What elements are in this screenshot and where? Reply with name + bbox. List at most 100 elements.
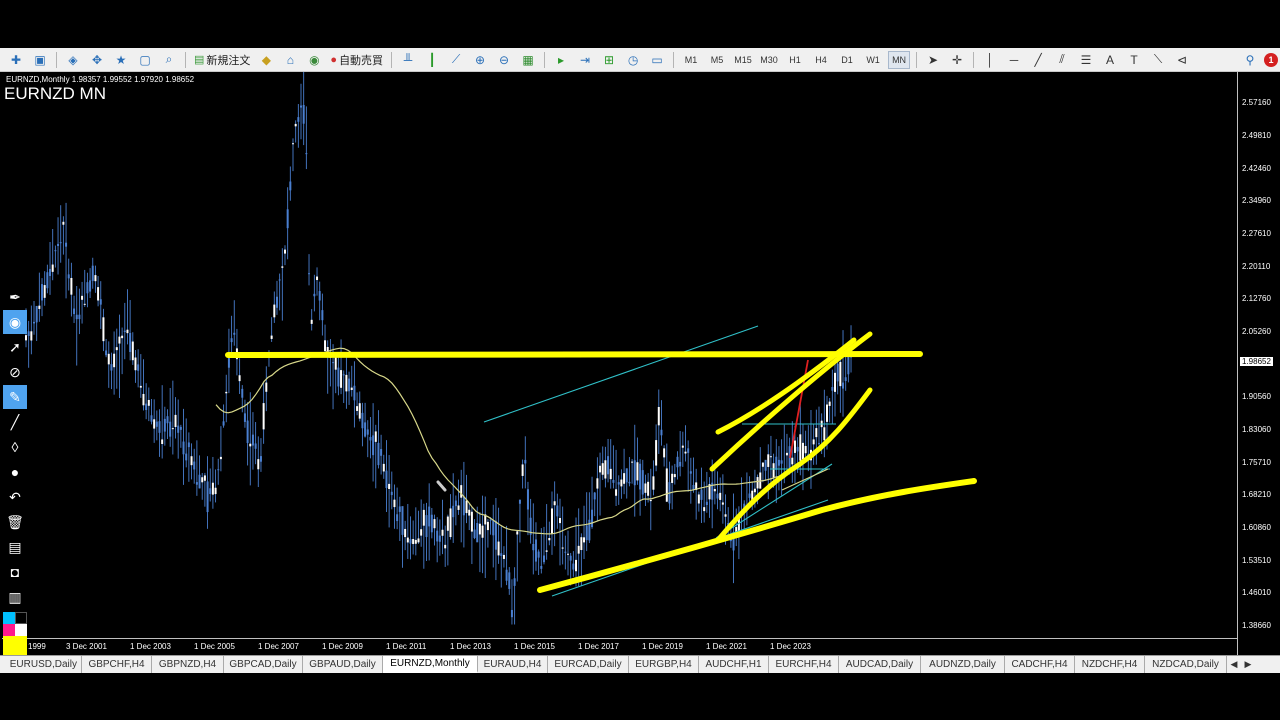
timeframe-w1[interactable]: W1: [862, 51, 884, 69]
tab-nzdcad-daily[interactable]: NZDCAD,Daily: [1145, 656, 1227, 673]
cursor-icon[interactable]: ➤: [923, 51, 943, 69]
tab-euraud-h4[interactable]: EURAUD,H4: [478, 656, 548, 673]
tab-scroll-left-icon[interactable]: ◀: [1227, 657, 1241, 671]
trash-icon[interactable]: 🗑: [3, 510, 27, 534]
tab-eurgbp-h4[interactable]: EURGBP,H4: [629, 656, 699, 673]
timeframe-h1[interactable]: H1: [784, 51, 806, 69]
horizontal-line-icon[interactable]: ─: [1004, 51, 1024, 69]
tile-windows-icon[interactable]: ▦: [518, 51, 538, 69]
search-icon[interactable]: ⚲: [1240, 51, 1260, 69]
timeframe-mn[interactable]: MN: [888, 50, 911, 69]
trendline-icon[interactable]: ╱: [1028, 51, 1048, 69]
timeframe-m15[interactable]: M15: [732, 51, 754, 69]
navigator-icon[interactable]: ★: [111, 51, 131, 69]
data-window-icon[interactable]: ✥: [87, 51, 107, 69]
chart-window[interactable]: EURNZD,Monthly 1.98357 1.99552 1.97920 1…: [2, 72, 1278, 655]
market-watch-icon[interactable]: ◈: [63, 51, 83, 69]
swatch-magenta[interactable]: [3, 624, 15, 636]
candle-body: [97, 287, 100, 301]
price-axis[interactable]: 2.57160 2.49810 2.42460 2.34960 2.27610 …: [1237, 72, 1279, 655]
ruler-icon[interactable]: ◊: [3, 435, 27, 459]
undo-icon[interactable]: ↶: [3, 485, 27, 509]
swatch-cyan[interactable]: [3, 612, 15, 624]
tab-gbpchf-h4[interactable]: GBPCHF,H4: [82, 656, 152, 673]
equidistant-channel-icon[interactable]: ⫽: [1052, 51, 1072, 69]
timeframe-m5[interactable]: M5: [706, 51, 728, 69]
candle-body: [612, 479, 615, 483]
toolbar-separator: [916, 51, 918, 68]
timeframe-m1[interactable]: M1: [680, 51, 702, 69]
auto-scroll-icon[interactable]: ▸: [551, 51, 571, 69]
market-icon[interactable]: ◉: [304, 51, 324, 69]
line-chart-icon[interactable]: ⟋: [446, 51, 466, 69]
time-axis[interactable]: 1999 3 Dec 2001 1 Dec 2003 1 Dec 2005 1 …: [2, 638, 1237, 656]
eraser-icon[interactable]: ⊘: [3, 360, 27, 384]
tab-eurusd-daily[interactable]: EURUSD,Daily: [0, 656, 82, 673]
new-chart-icon[interactable]: ✚: [6, 51, 26, 69]
indicators-icon[interactable]: ⊞: [599, 51, 619, 69]
bus-icon[interactable]: ▤: [3, 535, 27, 559]
chart-canvas[interactable]: [2, 72, 1278, 655]
tab-eurnzd-monthly[interactable]: EURNZD,Monthly: [383, 656, 478, 673]
candlestick-chart-icon[interactable]: ┃: [422, 51, 442, 69]
cursor-icon[interactable]: ➚: [3, 335, 27, 359]
shapes-icon[interactable]: ⊲: [1172, 51, 1192, 69]
tab-eurcad-daily[interactable]: EURCAD,Daily: [548, 656, 629, 673]
line-icon[interactable]: ╱: [3, 410, 27, 434]
dot-icon[interactable]: ●: [3, 460, 27, 484]
fibonacci-icon[interactable]: ☰: [1076, 51, 1096, 69]
candle-body: [548, 537, 551, 541]
notification-badge[interactable]: 1: [1264, 52, 1278, 67]
zoom-in-icon[interactable]: ⊕: [470, 51, 490, 69]
periods-icon[interactable]: ◷: [623, 51, 643, 69]
tab-gbpnzd-h4[interactable]: GBPNZD,H4: [152, 656, 224, 673]
bar-chart-icon[interactable]: ╨: [398, 51, 418, 69]
eye-icon[interactable]: ◉: [3, 310, 27, 334]
candle-body: [324, 340, 327, 352]
candle-body: [788, 446, 791, 471]
price-label: 1.68210: [1242, 490, 1271, 499]
tab-audchf-h1[interactable]: AUDCHF,H1: [699, 656, 769, 673]
price-label: 1.46010: [1242, 588, 1271, 597]
toolbar-separator: [185, 51, 186, 68]
candle-body: [628, 481, 631, 484]
auto-trading-button[interactable]: ● 自動売買: [328, 51, 385, 69]
candle-body: [615, 489, 618, 496]
pen-icon[interactable]: ✒: [3, 285, 27, 309]
tab-nzdchf-h4[interactable]: NZDCHF,H4: [1075, 656, 1145, 673]
tab-scroll-right-icon[interactable]: ▶: [1241, 657, 1255, 671]
camera-icon[interactable]: ◘: [3, 560, 27, 584]
text-icon[interactable]: A: [1100, 51, 1120, 69]
new-order-button[interactable]: ▤ 新規注文: [192, 51, 252, 69]
tab-eurchf-h4[interactable]: EURCHF,H4: [769, 656, 839, 673]
highlighter-icon[interactable]: ✎: [3, 385, 27, 409]
candle-body: [502, 554, 505, 559]
candle-body: [313, 293, 316, 297]
timeframe-h4[interactable]: H4: [810, 51, 832, 69]
chart-shift-icon[interactable]: ⇥: [575, 51, 595, 69]
candle-body: [516, 531, 519, 535]
swatch-white[interactable]: [15, 624, 27, 636]
signals-icon[interactable]: ⌂: [280, 51, 300, 69]
swatch-black[interactable]: [15, 612, 27, 624]
tab-cadchf-h4[interactable]: CADCHF,H4: [1005, 656, 1075, 673]
tab-gbpcad-daily[interactable]: GBPCAD,Daily: [224, 656, 303, 673]
tab-audnzd-daily[interactable]: AUDNZD,Daily: [921, 656, 1005, 673]
candle-body: [233, 332, 236, 335]
gann-icon[interactable]: ⟍: [1148, 51, 1168, 69]
timeframe-m30[interactable]: M30: [758, 51, 780, 69]
tab-audcad-daily[interactable]: AUDCAD,Daily: [839, 656, 921, 673]
zoom-out-icon[interactable]: ⊖: [494, 51, 514, 69]
text-label-icon[interactable]: T: [1124, 51, 1144, 69]
clipboard-icon[interactable]: ▥: [3, 585, 27, 609]
templates-icon[interactable]: ▭: [647, 51, 667, 69]
crosshair-icon[interactable]: ✛: [947, 51, 967, 69]
terminal-icon[interactable]: ▢: [135, 51, 155, 69]
profiles-icon[interactable]: ▣: [30, 51, 50, 69]
vertical-line-icon[interactable]: │: [980, 51, 1000, 69]
tab-gbpaud-daily[interactable]: GBPAUD,Daily: [303, 656, 383, 673]
strategy-tester-icon[interactable]: ⌕: [159, 51, 179, 69]
toolbar-separator: [673, 51, 675, 68]
meta-editor-icon[interactable]: ◆: [256, 51, 276, 69]
timeframe-d1[interactable]: D1: [836, 51, 858, 69]
